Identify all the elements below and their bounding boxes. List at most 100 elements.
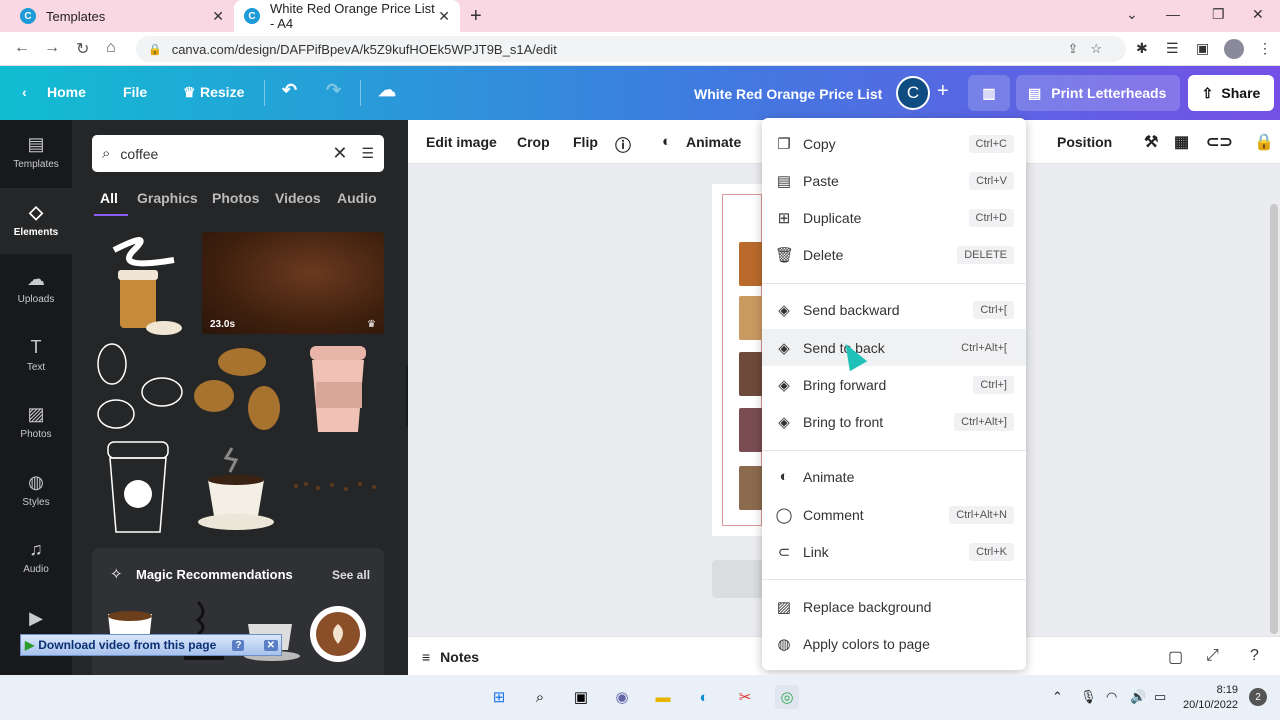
paint-roller-icon[interactable]: ⚒ xyxy=(1144,132,1158,152)
recommendation-latte-art[interactable] xyxy=(306,602,370,666)
file-explorer-icon[interactable]: ▬ xyxy=(651,685,675,709)
menu-item-replace-background[interactable]: ▨ Replace background xyxy=(762,588,1026,625)
clear-search-icon[interactable]: ✕ xyxy=(332,143,347,164)
back-chevron-icon[interactable]: ‹ xyxy=(22,84,27,100)
tab-search-icon[interactable]: ⌄ xyxy=(1126,6,1138,23)
food-image[interactable] xyxy=(739,242,763,286)
microphone-icon[interactable]: 🎙 xyxy=(1080,689,1097,705)
rail-item-text[interactable]: T Text xyxy=(0,323,72,389)
edit-image-button[interactable]: Edit image xyxy=(426,134,497,150)
coffee-cup-steam-graphic[interactable] xyxy=(94,230,194,338)
system-clock[interactable]: 8:19 20/10/2022 xyxy=(1183,683,1238,713)
share-bookmark-icons[interactable]: ⇪☆ xyxy=(1067,41,1114,57)
edge-icon[interactable]: ◐ xyxy=(692,685,716,709)
help-icon[interactable]: ? xyxy=(232,639,245,651)
cup-sketch-graphic[interactable] xyxy=(100,440,176,536)
notification-badge[interactable]: 2 xyxy=(1249,688,1267,706)
menu-item-send-to-back[interactable]: ◈ Send to back Ctrl+Alt+[ xyxy=(762,329,1026,366)
crop-button[interactable]: Crop xyxy=(517,134,550,150)
tab-audio[interactable]: Audio xyxy=(337,190,377,206)
wifi-icon[interactable]: ◠ xyxy=(1106,689,1117,705)
see-all-link[interactable]: See all xyxy=(332,568,370,582)
menu-item-animate[interactable]: ◐ Animate xyxy=(762,458,1026,495)
scattered-beans-graphic[interactable] xyxy=(290,476,386,496)
vertical-scrollbar[interactable] xyxy=(1270,204,1278,634)
window-close-icon[interactable]: ✕ xyxy=(1252,6,1264,23)
resize-button[interactable]: Resize xyxy=(200,84,244,100)
rail-item-uploads[interactable]: ☁ Uploads xyxy=(0,255,72,321)
file-menu-button[interactable]: File xyxy=(123,84,147,100)
rail-item-templates[interactable]: ▤ Templates xyxy=(0,120,72,186)
browser-tab-templates[interactable]: C Templates ✕ xyxy=(10,0,234,32)
pink-coffee-cup-graphic[interactable] xyxy=(302,342,378,436)
menu-item-send-backward[interactable]: ◈ Send backward Ctrl+[ xyxy=(762,291,1026,328)
rail-item-styles[interactable]: ◍ Styles xyxy=(0,458,72,524)
menu-item-apply-colors[interactable]: ◍ Apply colors to page xyxy=(762,625,1026,662)
lock-icon[interactable]: 🔒 xyxy=(1254,132,1274,152)
browser-menu-icon[interactable]: ⋮ xyxy=(1258,40,1272,57)
tab-photos[interactable]: Photos xyxy=(212,190,259,206)
coffee-beans-brown-graphic[interactable] xyxy=(190,342,286,434)
menu-item-bring-forward[interactable]: ◈ Bring forward Ctrl+] xyxy=(762,366,1026,403)
chat-icon[interactable]: ◉ xyxy=(610,685,634,709)
food-image[interactable] xyxy=(739,296,763,340)
rail-item-elements[interactable]: ◇ Elements xyxy=(0,188,72,254)
menu-item-copy[interactable]: ❐ Copy Ctrl+C xyxy=(762,125,1026,162)
menu-item-bring-to-front[interactable]: ◈ Bring to front Ctrl+Alt+] xyxy=(762,403,1026,440)
flip-button[interactable]: Flip xyxy=(573,134,598,150)
fullscreen-icon[interactable]: ⤢ xyxy=(1206,647,1219,665)
reading-list-icon[interactable]: ☰ xyxy=(1166,40,1179,57)
menu-item-duplicate[interactable]: ⊞ Duplicate Ctrl+D xyxy=(762,199,1026,236)
info-icon[interactable]: ⓘ xyxy=(615,132,631,156)
reload-icon[interactable]: ↻ xyxy=(76,39,89,59)
document-title[interactable]: White Red Orange Price List xyxy=(694,86,882,102)
minimize-icon[interactable]: — xyxy=(1166,6,1180,22)
volume-icon[interactable]: 🔊 xyxy=(1130,689,1146,705)
user-avatar[interactable]: C xyxy=(896,76,930,110)
taskbar-search-icon[interactable]: ⌕ xyxy=(528,685,552,709)
forward-icon[interactable]: → xyxy=(44,39,60,57)
help-icon[interactable]: ? xyxy=(1250,647,1259,665)
notes-button[interactable]: ≡ Notes xyxy=(422,649,479,665)
tab-videos[interactable]: Videos xyxy=(275,190,321,206)
tab-all[interactable]: All xyxy=(100,190,118,206)
side-panel-icon[interactable]: ▣ xyxy=(1196,40,1209,57)
back-icon[interactable]: ← xyxy=(14,39,30,57)
close-icon[interactable]: ✕ xyxy=(263,639,278,651)
share-button[interactable]: ⇧ Share xyxy=(1188,75,1274,111)
coffee-cup-saucer-graphic[interactable] xyxy=(196,442,280,534)
snipping-tool-icon[interactable]: ✂ xyxy=(733,685,757,709)
tray-chevron-icon[interactable]: ⌃ xyxy=(1052,689,1063,705)
page-count-icon[interactable]: ▢ xyxy=(1168,647,1183,667)
transparency-icon[interactable]: ▦ xyxy=(1174,132,1189,152)
menu-item-link[interactable]: ⊂ Link Ctrl+K xyxy=(762,533,1026,570)
food-image[interactable] xyxy=(739,408,763,452)
food-image[interactable] xyxy=(739,466,763,510)
new-tab-icon[interactable]: + xyxy=(470,5,482,28)
restore-icon[interactable]: ❐ xyxy=(1212,6,1225,23)
url-field[interactable]: 🔒 canva.com/design/DAFPifBpevA/k5Z9kufHO… xyxy=(136,36,1126,62)
extensions-icon[interactable]: ✱ xyxy=(1136,40,1148,57)
task-view-icon[interactable]: ▣ xyxy=(569,685,593,709)
download-video-bar[interactable]: ▶ Download video from this page ? ✕ xyxy=(20,634,282,656)
coffee-beans-video-thumb[interactable]: 23.0s ♛ xyxy=(202,232,384,334)
position-button[interactable]: Position xyxy=(1057,134,1112,150)
windows-start-icon[interactable]: ⊞ xyxy=(487,685,511,709)
insights-chart-icon[interactable]: ▥ xyxy=(968,75,1010,111)
redo-icon[interactable]: ↷ xyxy=(326,80,341,101)
tab-graphics[interactable]: Graphics xyxy=(137,190,198,206)
add-collaborator-icon[interactable]: + xyxy=(937,80,949,103)
close-tab-icon[interactable]: ✕ xyxy=(438,8,450,25)
print-letterheads-button[interactable]: ▤ Print Letterheads xyxy=(1016,75,1180,111)
cloud-save-icon[interactable]: ☁ xyxy=(378,80,396,101)
coffee-bean-outline-graphic[interactable] xyxy=(92,342,184,434)
home-icon[interactable]: ⌂ xyxy=(106,39,116,57)
profile-avatar[interactable] xyxy=(1224,39,1244,59)
menu-item-comment[interactable]: ◯ Comment Ctrl+Alt+N xyxy=(762,496,1026,533)
home-button[interactable]: Home xyxy=(47,84,86,100)
rail-item-photos[interactable]: ▨ Photos xyxy=(0,390,72,456)
menu-item-paste[interactable]: ▤ Paste Ctrl+V xyxy=(762,162,1026,199)
food-image[interactable] xyxy=(739,352,763,396)
chrome-icon[interactable]: ◎ xyxy=(775,685,799,709)
menu-item-delete[interactable]: 🗑 Delete DELETE xyxy=(762,236,1026,273)
